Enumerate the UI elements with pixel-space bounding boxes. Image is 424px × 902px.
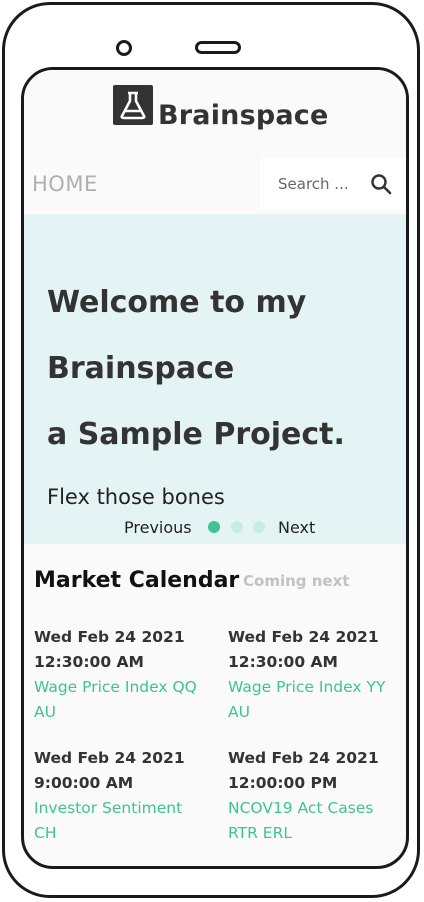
market-calendar-subtitle: Coming next [243, 572, 350, 590]
carousel-previous-button[interactable]: Previous [124, 518, 192, 537]
market-calendar-title: Market Calendar [34, 568, 240, 593]
carousel-dot-1[interactable] [208, 521, 220, 533]
event-name-region[interactable]: AU [34, 700, 219, 725]
search-box [260, 158, 406, 210]
nav-home-link[interactable]: HOME [32, 172, 98, 196]
event-name[interactable]: Wage Price Index QQ [34, 675, 219, 700]
event-name[interactable]: Wage Price Index YY [228, 675, 406, 700]
event-name[interactable]: NCOV19 Act Cases [228, 796, 406, 821]
phone-frame: Brainspace HOME Welcome to my Brainspace… [2, 2, 420, 898]
flask-icon[interactable] [113, 85, 153, 125]
flask-icon-glyph [120, 91, 146, 120]
header: Brainspace [24, 70, 406, 154]
camera [116, 40, 132, 56]
calendar-event[interactable]: Wed Feb 24 2021 9:00:00 AM Investor Sent… [34, 746, 219, 846]
event-time: 12:30:00 AM [228, 653, 338, 671]
event-time: 9:00:00 AM [34, 774, 134, 792]
hero-carousel: Welcome to my Brainspace a Sample Projec… [24, 214, 406, 544]
calendar-event[interactable]: Wed Feb 24 2021 12:30:00 AM Wage Price I… [228, 625, 406, 725]
hero-subtitle: Flex those bones [47, 485, 225, 509]
event-name-region[interactable]: AU [228, 700, 406, 725]
event-date: Wed Feb 24 2021 [228, 628, 379, 646]
search-input[interactable] [278, 172, 368, 196]
calendar-event[interactable]: Wed Feb 24 2021 12:30:00 AM Wage Price I… [34, 625, 219, 725]
carousel-dot-2[interactable] [231, 521, 243, 533]
brand-name[interactable]: Brainspace [158, 100, 329, 131]
event-name-region[interactable]: CH [34, 821, 219, 846]
hero-heading-line-2: Brainspace [47, 351, 235, 386]
event-date: Wed Feb 24 2021 [34, 749, 185, 767]
event-name[interactable]: Investor Sentiment [34, 796, 219, 821]
carousel-next-button[interactable]: Next [278, 518, 315, 537]
hero-heading-line-3: a Sample Project. [47, 417, 345, 452]
screen: Brainspace HOME Welcome to my Brainspace… [21, 67, 409, 869]
carousel-dot-3[interactable] [253, 521, 265, 533]
event-date: Wed Feb 24 2021 [34, 628, 185, 646]
event-name-region[interactable]: RTR ERL [228, 821, 406, 846]
event-time: 12:00:00 PM [228, 774, 338, 792]
calendar-event[interactable]: Wed Feb 24 2021 12:00:00 PM NCOV19 Act C… [228, 746, 406, 846]
event-date: Wed Feb 24 2021 [228, 749, 379, 767]
event-time: 12:30:00 AM [34, 653, 144, 671]
search-icon[interactable] [370, 173, 392, 195]
hero-heading-line-1: Welcome to my [47, 285, 307, 320]
speaker [195, 41, 241, 54]
